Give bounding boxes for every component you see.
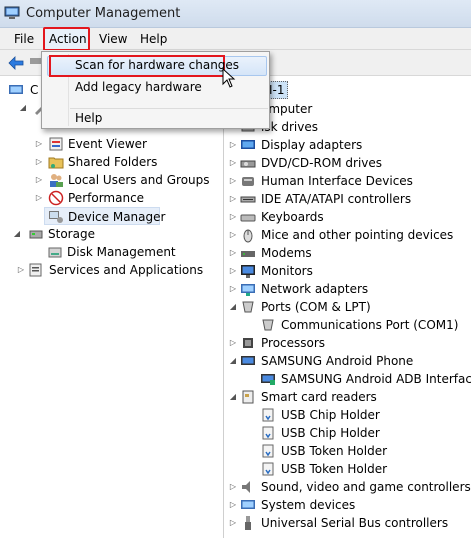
mouse-icon — [243, 229, 253, 243]
mouse-cursor-icon — [222, 68, 236, 88]
device-label: DVD/CD-ROM drives — [261, 156, 383, 170]
sound-icon — [242, 481, 250, 493]
expand-arrow-icon[interactable]: ▷ — [228, 514, 238, 532]
back-arrow-icon[interactable] — [8, 56, 24, 70]
device-label: Ports (COM & LPT) — [261, 300, 371, 314]
keyboard-icon — [240, 214, 256, 222]
display-icon — [241, 140, 255, 149]
expand-arrow-icon[interactable]: ▷ — [228, 280, 238, 298]
expand-arrow-icon[interactable]: ▷ — [228, 190, 238, 208]
device-label: Communications Port (COM1) — [281, 318, 459, 332]
menu-help[interactable]: Help — [140, 32, 167, 46]
device-label: USB Token Holder — [281, 462, 388, 476]
device-label: Human Interface Devices — [261, 174, 413, 188]
window-title: Computer Management — [26, 6, 181, 21]
phone-icon — [241, 356, 255, 365]
port-icon — [262, 319, 274, 331]
menu-item-add-legacy-hardware[interactable]: Add legacy hardware — [75, 80, 202, 94]
menu-action[interactable]: Action — [49, 32, 87, 46]
network-icon — [241, 284, 255, 296]
adb-icon — [261, 374, 275, 385]
expand-arrow-icon[interactable]: ▷ — [228, 478, 238, 496]
device-label: USB Token Holder — [281, 444, 388, 458]
hid-icon — [242, 177, 254, 186]
ide-icon — [240, 196, 256, 203]
disk-icon — [48, 247, 62, 258]
expand-arrow-icon[interactable]: ▷ — [34, 135, 44, 153]
expand-arrow-icon[interactable]: ▷ — [34, 153, 44, 171]
device-label: Display adapters — [261, 138, 363, 152]
device-label: Processors — [261, 336, 326, 350]
expand-arrow-icon[interactable]: ▷ — [34, 189, 44, 207]
system-icon — [241, 500, 255, 509]
device-label: IDE ATA/ATAPI controllers — [261, 192, 412, 206]
storage-icon — [29, 230, 43, 239]
smartcard-icon — [242, 390, 254, 404]
performance-icon — [48, 190, 64, 206]
collapse-arrow-icon[interactable]: ◢ — [12, 225, 22, 243]
expand-arrow-icon[interactable]: ▷ — [228, 172, 238, 190]
ports-icon — [242, 301, 254, 313]
title-bar: Computer Management — [0, 0, 471, 28]
menu-file[interactable]: File — [14, 32, 34, 46]
collapse-arrow-icon[interactable]: ◢ — [228, 298, 238, 316]
menu-item-help[interactable]: Help — [75, 111, 102, 125]
device-label: Smart card readers — [261, 390, 377, 404]
expand-arrow-icon[interactable]: ▷ — [228, 226, 238, 244]
device-label: Network adapters — [261, 282, 369, 296]
computer-icon — [9, 85, 23, 94]
expand-arrow-icon[interactable]: ▷ — [228, 136, 238, 154]
dvd-icon — [240, 160, 256, 168]
usb-device-icon — [262, 408, 274, 422]
usb-device-icon — [262, 444, 274, 458]
usb-icon — [245, 516, 251, 530]
device-label: SAMSUNG Android Phone — [261, 354, 414, 368]
expand-arrow-icon[interactable]: ▷ — [228, 154, 238, 172]
menu-item-scan-hardware[interactable]: Scan for hardware changes — [75, 58, 239, 72]
device-label: SAMSUNG Android ADB Interface — [281, 372, 471, 386]
device-label: Universal Serial Bus controllers — [261, 516, 449, 530]
expand-arrow-icon[interactable]: ▷ — [16, 261, 26, 279]
device-label: USB Chip Holder — [281, 426, 380, 440]
device-label: Monitors — [261, 264, 313, 278]
computer-management-icon — [4, 6, 20, 19]
device-label: System devices — [261, 498, 356, 512]
expand-arrow-icon[interactable]: ▷ — [228, 262, 238, 280]
menu-separator — [70, 108, 268, 109]
menu-view[interactable]: View — [99, 32, 127, 46]
collapse-arrow-icon[interactable]: ◢ — [228, 352, 238, 370]
device-label: Modems — [261, 246, 312, 260]
users-icon — [50, 174, 63, 187]
device-manager-icon — [49, 211, 63, 223]
usb-device-icon — [262, 426, 274, 440]
expand-arrow-icon[interactable]: ▷ — [228, 334, 238, 352]
tree-item-device-manager[interactable]: Device Manager — [44, 207, 165, 225]
modem-icon — [241, 251, 255, 257]
expand-arrow-icon[interactable]: ▷ — [228, 496, 238, 514]
services-icon — [29, 263, 42, 277]
shared-folders-icon — [48, 157, 64, 169]
device-label: Mice and other pointing devices — [261, 228, 454, 242]
console-tree: C ◢ ▷ Event Viewer ▷ Shared Folders ▷ Lo… — [0, 77, 224, 538]
expand-arrow-icon[interactable]: ▷ — [228, 244, 238, 262]
usb-device-icon — [262, 462, 274, 476]
expand-arrow-icon[interactable]: ▷ — [34, 171, 44, 189]
action-dropdown-menu: Scan for hardware changes Add legacy har… — [41, 51, 270, 129]
device-label: USB Chip Holder — [281, 408, 380, 422]
device-label: Sound, video and game controllers — [261, 480, 471, 494]
expand-arrow-icon[interactable]: ▷ — [228, 208, 238, 226]
event-viewer-icon — [49, 137, 63, 151]
device-label: Keyboards — [261, 210, 324, 224]
collapse-arrow-icon[interactable]: ◢ — [228, 388, 238, 406]
monitor-icon — [241, 265, 255, 278]
processor-icon — [243, 338, 253, 348]
collapse-arrow-icon[interactable]: ◢ — [18, 99, 28, 117]
